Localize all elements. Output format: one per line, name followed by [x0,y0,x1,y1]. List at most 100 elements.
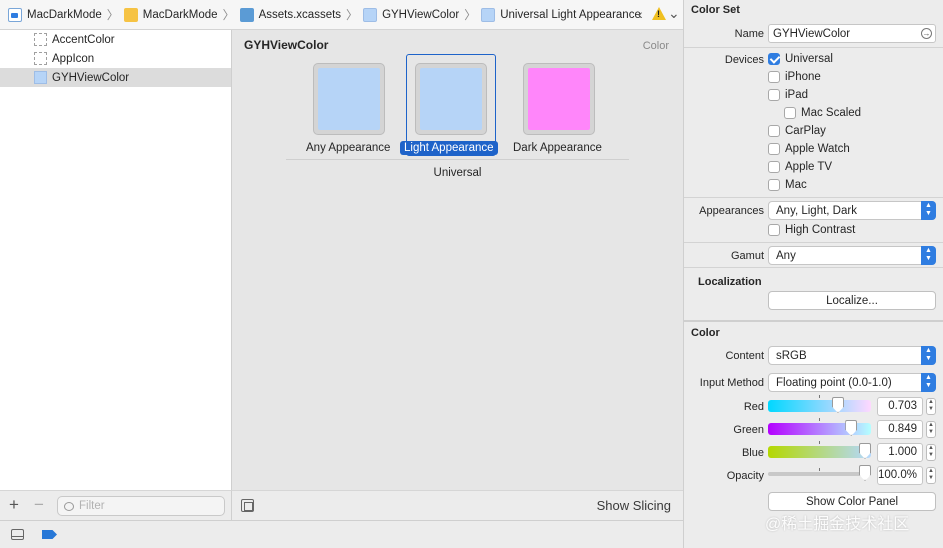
name-field-value: GYHViewColor [773,27,851,40]
asset-item-appicon[interactable]: AppIcon [0,49,231,68]
divider [684,320,943,322]
filter-input[interactable] [79,500,219,512]
asset-catalog-icon [239,7,254,22]
gamut-popup[interactable]: Any ▲ ▼ [768,246,936,265]
red-slider-thumb[interactable] [831,397,844,413]
arrow-right-circle-icon[interactable]: → [921,28,932,39]
high-contrast-label: High Contrast [785,224,856,236]
appearances-popup[interactable]: Any, Light, Dark ▲ ▼ [768,201,936,220]
well-label-light[interactable]: Light Appearance [400,141,498,155]
breakpoint-icon[interactable] [42,530,57,539]
device-ipad-label: iPad [785,89,809,101]
blue-slider-thumb[interactable] [859,443,871,459]
content-value: sRGB [776,349,807,362]
breadcrumb-folder[interactable]: MacDarkMode [123,7,218,22]
color-well-dark-fill [528,68,590,130]
checkbox-icon [768,143,780,155]
red-slider[interactable] [768,395,871,413]
device-mac-checkbox[interactable]: Mac [768,179,807,191]
color-well-any-fill [318,68,380,130]
breadcrumb-folder-label: MacDarkMode [142,8,218,21]
name-field[interactable]: GYHViewColor → [768,24,936,43]
show-overview-icon[interactable] [241,499,254,512]
checkbox-checked-icon [768,53,780,65]
warning-icon[interactable] [652,7,666,20]
chevron-right-icon: 〉 [346,8,359,22]
green-value-field[interactable]: 0.849 [877,420,923,439]
device-apple-tv-checkbox[interactable]: Apple TV [768,161,832,173]
popup-arrows-icon: ▲ ▼ [921,346,936,365]
content-popup[interactable]: sRGB ▲ ▼ [768,346,936,365]
project-file-icon [8,7,22,22]
blue-value-field[interactable]: 1.000 [877,443,923,462]
device-ipad-checkbox[interactable]: iPad [768,89,808,101]
breadcrumb-project[interactable]: MacDarkMode [8,7,102,22]
green-slider[interactable] [768,418,871,436]
device-iphone-checkbox[interactable]: iPhone [768,71,821,83]
color-swatch-icon [34,71,47,84]
device-apple-watch-checkbox[interactable]: Apple Watch [768,143,850,155]
device-carplay-checkbox[interactable]: CarPlay [768,125,826,137]
debug-area-icon[interactable] [11,529,24,540]
red-value-field[interactable]: 0.703 [877,397,923,416]
show-color-panel-button[interactable]: Show Color Panel [768,492,936,511]
breadcrumb-colorset[interactable]: GYHViewColor [363,7,459,22]
checkbox-icon [768,125,780,137]
opacity-slider[interactable] [768,465,871,481]
chevron-down-icon[interactable]: ⌄ [668,5,680,22]
high-contrast-checkbox[interactable]: High Contrast [768,224,855,236]
asset-item-label: GYHViewColor [52,71,130,84]
chevron-right-icon: 〉 [464,8,477,22]
editor-footer: Show Slicing [232,490,683,520]
opacity-label: Opacity [726,470,764,482]
breadcrumb-appearance-label: Universal Light Appearance [500,8,641,21]
filter-icon [64,501,74,511]
blue-stepper[interactable]: ▲ ▼ [926,444,936,461]
popup-arrows-icon: ▲ ▼ [921,373,936,392]
color-swatch-icon [363,7,378,22]
divider [684,197,943,198]
show-slicing-button[interactable]: Show Slicing [597,498,671,513]
appearances-label: Appearances [699,205,764,217]
color-well-dark[interactable] [523,63,595,135]
device-universal-label: Universal [785,53,833,65]
checkbox-icon [768,71,780,83]
status-bar [0,520,683,548]
remove-asset-button[interactable]: − [34,495,44,515]
green-slider-thumb[interactable] [845,420,858,436]
input-method-popup[interactable]: Floating point (0.0-1.0) ▲ ▼ [768,373,936,392]
back-forward-icon[interactable]: ‹ [638,6,647,22]
filter-field[interactable] [57,496,225,516]
add-asset-button[interactable]: + [9,495,19,515]
breadcrumb-assets[interactable]: Assets.xcassets [239,7,342,22]
breadcrumb-appearance[interactable]: Universal Light Appearance [481,7,641,22]
folder-icon [123,7,138,22]
green-stepper[interactable]: ▲ ▼ [926,421,936,438]
color-section-title: Color [691,327,720,339]
divider [684,242,943,243]
group-divider [286,159,629,160]
localize-button[interactable]: Localize... [768,291,936,310]
device-iphone-label: iPhone [785,71,821,83]
devices-label: Devices [724,54,764,66]
watermark: @稀土掘金技术社区 [765,516,910,533]
attributes-inspector: Color Set Name GYHViewColor → Devices Uni… [683,0,943,548]
gamut-value: Any [776,249,796,262]
opacity-stepper[interactable]: ▲ ▼ [926,467,936,484]
red-stepper[interactable]: ▲ ▼ [926,398,936,415]
gamut-label: Gamut [730,250,764,262]
device-apple-tv-label: Apple TV [785,161,833,173]
device-mac-scaled-checkbox[interactable]: Mac Scaled [784,107,861,119]
device-universal-checkbox[interactable]: Universal [768,53,833,65]
opacity-value-field[interactable]: 100.0% [877,466,923,485]
blue-slider[interactable] [768,441,871,459]
asset-item-gyhviewcolor[interactable]: GYHViewColor [0,68,231,87]
green-label: Green [733,424,764,436]
breadcrumb-assets-label: Assets.xcassets [258,8,342,21]
color-well-any[interactable] [313,63,385,135]
asset-item-accentcolor[interactable]: AccentColor [0,30,231,49]
color-well-light[interactable] [415,63,487,135]
opacity-slider-thumb[interactable] [859,465,871,481]
chevron-right-icon: 〉 [222,8,235,22]
device-mac-label: Mac [785,179,807,191]
